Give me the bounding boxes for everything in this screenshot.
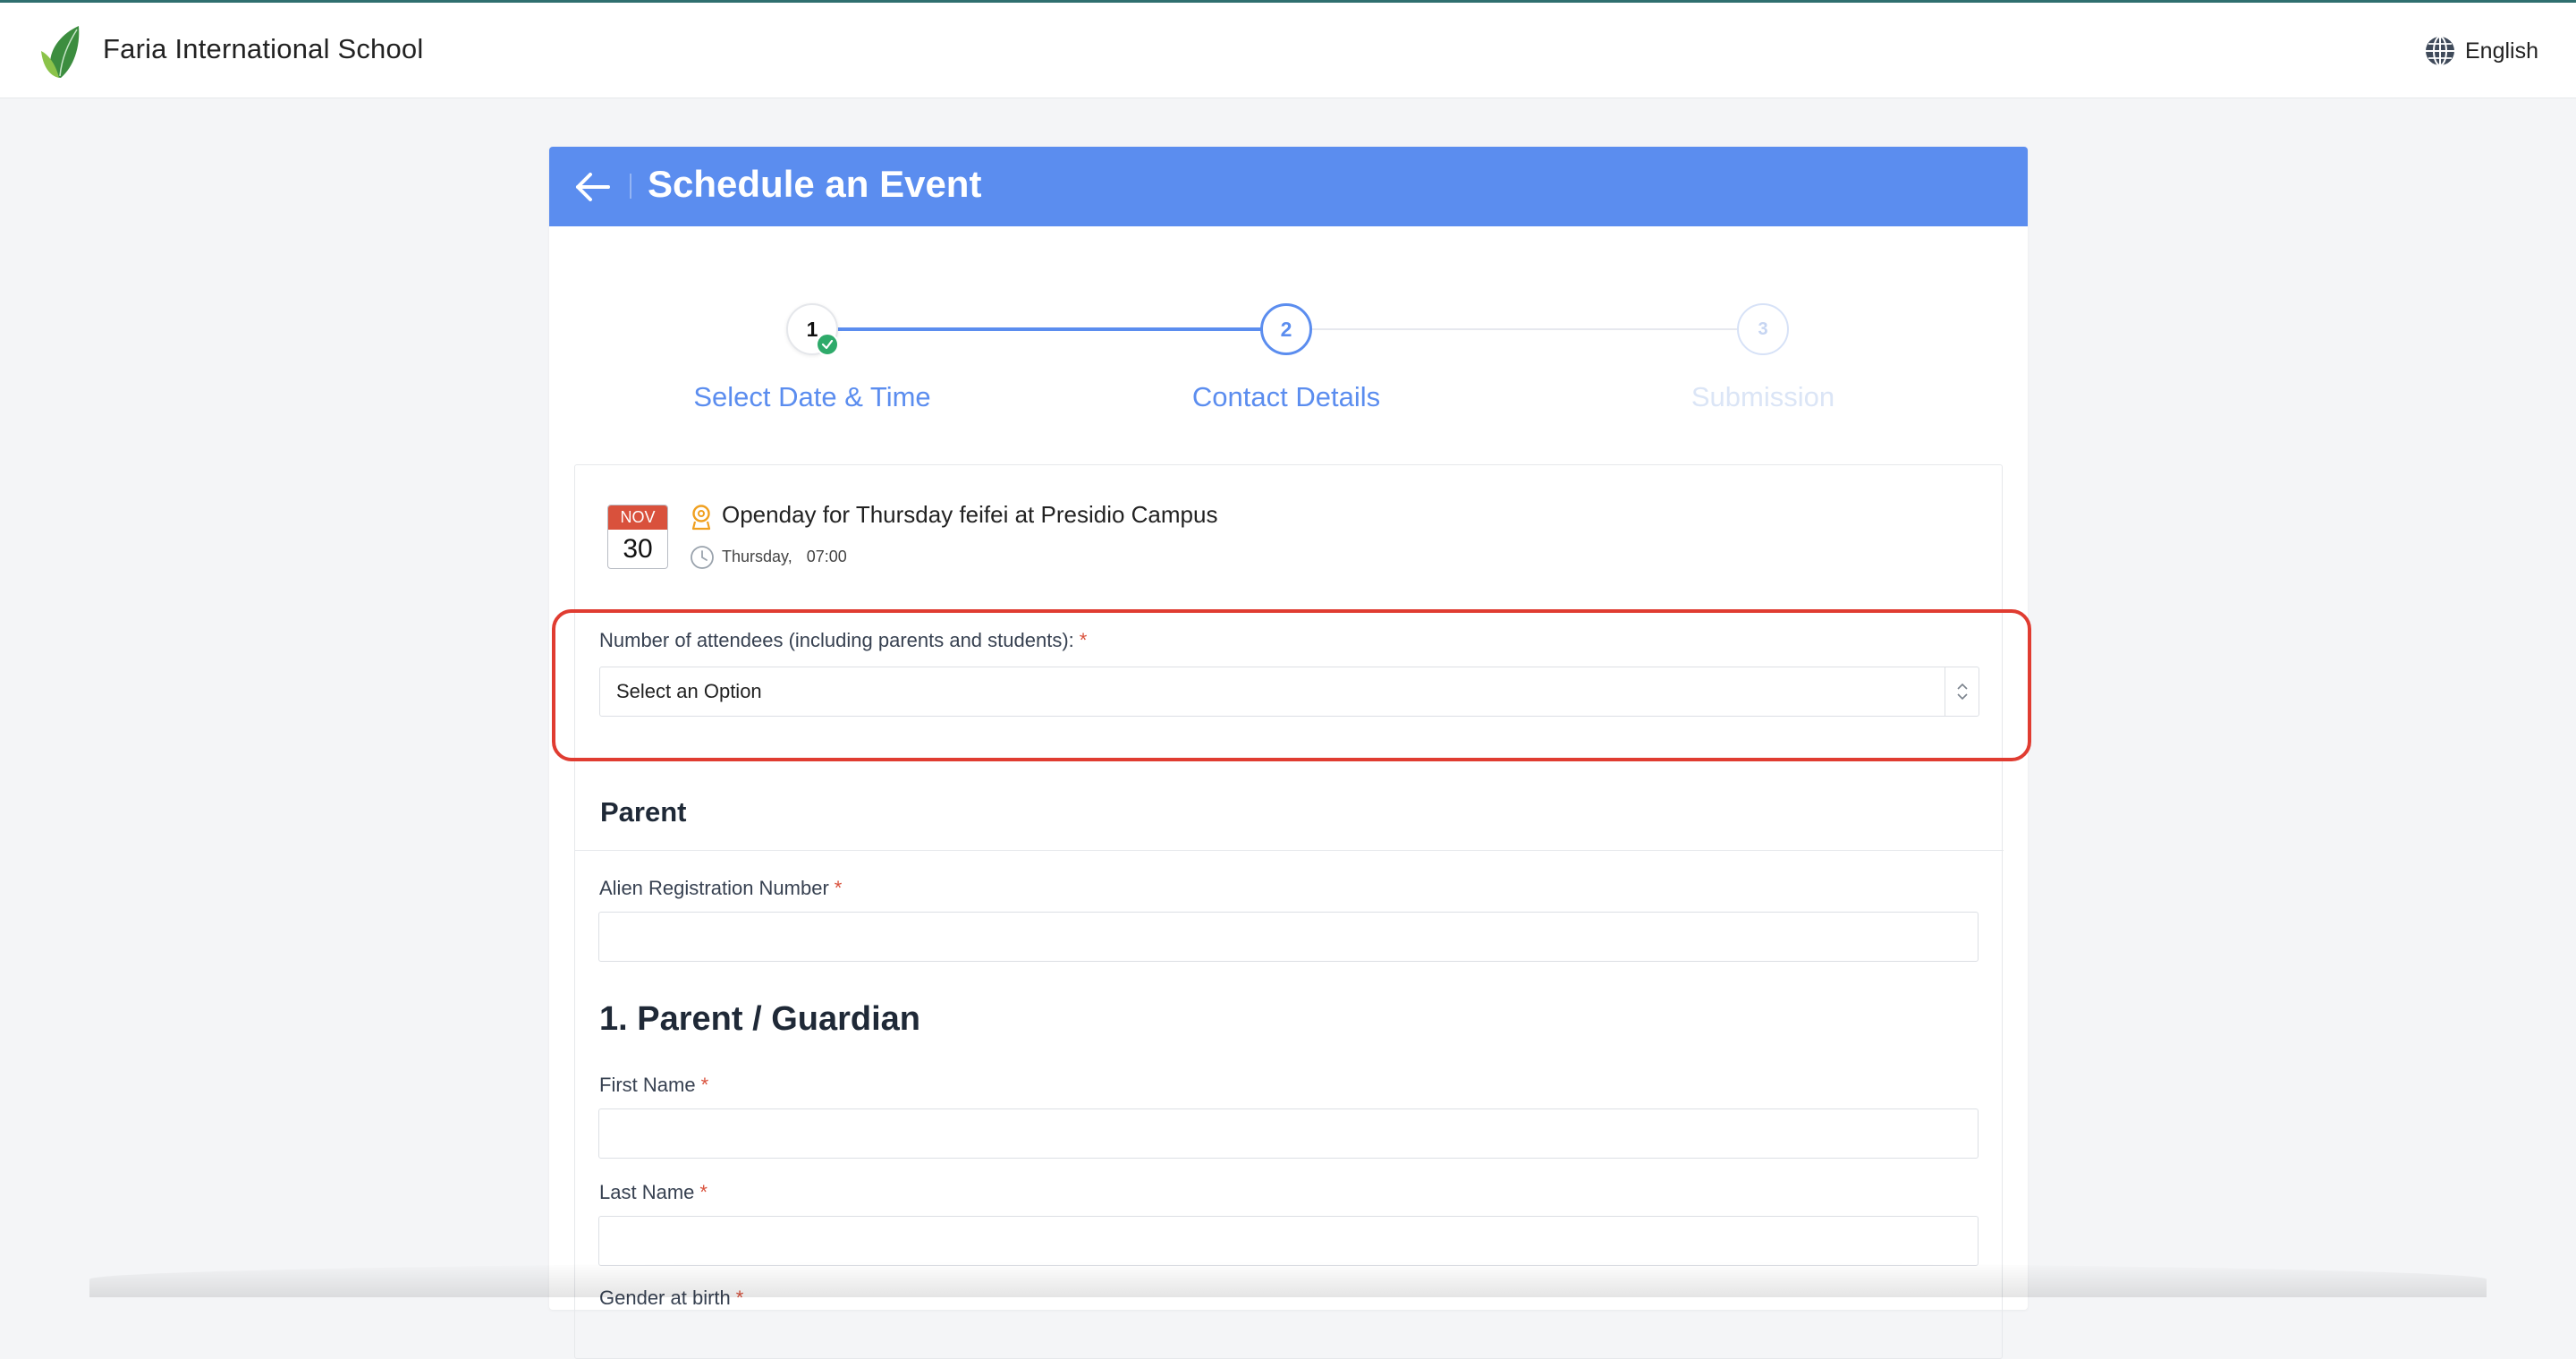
event-day: 30: [623, 534, 653, 564]
school-logo-leaf-icon: [41, 26, 80, 78]
required-mark: *: [834, 877, 843, 899]
guardian-section-title: 1. Parent / Guardian: [599, 1000, 920, 1038]
stepper-progress-line: [812, 327, 1286, 331]
app-header: Faria International School English: [0, 3, 2576, 98]
attendees-select-value: Select an Option: [616, 680, 762, 702]
alien-registration-label-text: Alien Registration Number: [599, 877, 829, 899]
school-name: Faria International School: [103, 33, 424, 64]
step-1-label[interactable]: Select Date & Time: [633, 381, 991, 413]
globe-icon: [2426, 36, 2454, 66]
last-name-label-text: Last Name: [599, 1181, 695, 1203]
event-time: Thursday, 07:00: [722, 548, 861, 566]
last-name-label: Last Name *: [599, 1181, 708, 1204]
first-name-label: First Name *: [599, 1074, 708, 1097]
event-hour: 07:00: [806, 548, 847, 565]
parent-section-title: Parent: [600, 796, 687, 828]
attendees-label: Number of attendees (including parents a…: [599, 629, 1087, 652]
step-2-circle: 2: [1260, 303, 1312, 355]
select-stepper-arrows[interactable]: [1945, 667, 1979, 716]
event-date-badge: NOV 30: [607, 505, 668, 569]
card-header: Schedule an Event: [549, 147, 2028, 226]
event-weekday: Thursday,: [722, 548, 792, 565]
event-month: NOV: [608, 505, 667, 530]
bottom-shadow: [89, 1261, 2487, 1297]
language-label: English: [2465, 38, 2538, 64]
attendees-select[interactable]: Select an Option: [599, 667, 1979, 717]
step-3-circle: 3: [1737, 303, 1789, 355]
language-switcher[interactable]: English: [2424, 35, 2538, 67]
required-mark: *: [700, 1074, 709, 1096]
required-mark: *: [699, 1181, 708, 1203]
page-title: Schedule an Event: [648, 163, 982, 205]
stepper-remaining-line: [1312, 328, 1759, 330]
back-arrow-icon[interactable]: [571, 166, 614, 208]
attendees-label-text: Number of attendees (including parents a…: [599, 629, 1074, 651]
first-name-input[interactable]: [598, 1108, 1979, 1159]
check-icon: [816, 333, 839, 356]
section-divider: [575, 850, 2004, 851]
step-2-label: Contact Details: [1191, 381, 1381, 412]
chevron-up-icon: [1956, 683, 1968, 690]
event-title: Openday for Thursday feifei at Presidio …: [722, 501, 1218, 528]
clock-icon: [691, 546, 714, 569]
alien-registration-input[interactable]: [598, 912, 1979, 962]
alien-registration-label: Alien Registration Number *: [599, 877, 842, 900]
required-mark: *: [1079, 629, 1088, 651]
location-pin-icon: [691, 505, 711, 531]
input-layer: [574, 464, 2003, 1266]
header-separator: [630, 174, 631, 199]
chevron-down-icon: [1956, 693, 1968, 701]
first-name-label-text: First Name: [599, 1074, 696, 1096]
step-3-label: Submission: [1690, 381, 1835, 412]
last-name-input[interactable]: [598, 1216, 1979, 1266]
